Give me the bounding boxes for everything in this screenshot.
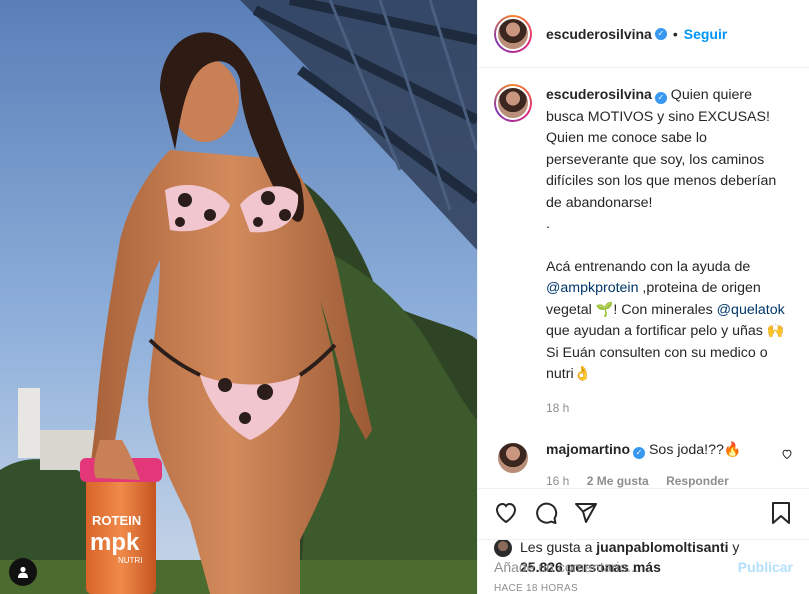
instagram-post: ROTEIN mpk NUTRI escuderosilvina ✓ • Seg… — [0, 0, 809, 594]
reply-button[interactable]: Responder — [666, 474, 729, 488]
bookmark-icon[interactable] — [769, 501, 793, 525]
comments-section: escuderosilvina ✓ Quien quiere busca MOTI… — [478, 68, 809, 488]
shaker-label-1: ROTEIN — [92, 513, 141, 528]
follow-button[interactable]: Seguir — [684, 26, 728, 42]
caption-text: escuderosilvina ✓ Quien quiere busca MOTI… — [546, 84, 793, 419]
separator-dot: • — [672, 25, 678, 42]
comment-icon[interactable] — [534, 501, 558, 525]
caption-avatar[interactable] — [494, 84, 532, 122]
commenter-username[interactable]: majomartino — [546, 441, 630, 457]
verified-icon: ✓ — [633, 447, 646, 459]
caption-username[interactable]: escuderosilvina — [546, 86, 652, 102]
post-header: escuderosilvina ✓ • Seguir — [478, 0, 809, 68]
share-icon[interactable] — [574, 501, 598, 525]
caption-p2-prefix: Acá entrenando con la ayuda de — [546, 258, 751, 275]
caption-line-1: Quien quiere busca MOTIVOS y sino EXCUSA… — [546, 87, 777, 211]
comment-like-icon[interactable] — [781, 447, 793, 463]
post-photo[interactable]: ROTEIN mpk NUTRI — [0, 0, 477, 594]
shaker-label-3: NUTRI — [118, 556, 142, 565]
publish-button[interactable]: Publicar — [738, 559, 793, 575]
add-comment-bar: Publicar — [478, 539, 809, 594]
shaker-label-2: mpk — [90, 529, 140, 556]
photo-illustration: ROTEIN mpk NUTRI — [0, 0, 477, 594]
author-username[interactable]: escuderosilvina — [546, 26, 652, 42]
caption-line-2: . — [546, 216, 550, 232]
verified-icon: ✓ — [654, 27, 667, 40]
mention-ampkprotein[interactable]: @ampkprotein — [546, 280, 638, 296]
heart-icon[interactable] — [494, 501, 518, 525]
mention-quelatok[interactable]: @quelatok — [717, 302, 785, 318]
comment-time[interactable]: 16 h — [546, 474, 569, 488]
action-bar — [478, 488, 809, 537]
caption-row: escuderosilvina ✓ Quien quiere busca MOTI… — [494, 84, 793, 419]
comment-text: Sos joda!??🔥 — [648, 442, 742, 458]
caption-p2-suffix: que ayudan a fortificar pelo y uñas 🙌 Si… — [546, 323, 785, 382]
author-avatar[interactable] — [494, 14, 532, 53]
verified-icon: ✓ — [654, 92, 667, 104]
comment-likes[interactable]: 2 Me gusta — [587, 474, 649, 488]
caption-time[interactable]: 18 h — [546, 398, 793, 420]
comment-row: majomartino ✓ Sos joda!??🔥 16 h 2 Me gust… — [494, 439, 793, 488]
comment-input[interactable] — [494, 559, 738, 575]
commenter-avatar[interactable] — [494, 439, 532, 477]
user-tag-icon[interactable] — [9, 558, 37, 586]
post-side-panel: escuderosilvina ✓ • Seguir escuderosilvi… — [477, 0, 809, 594]
